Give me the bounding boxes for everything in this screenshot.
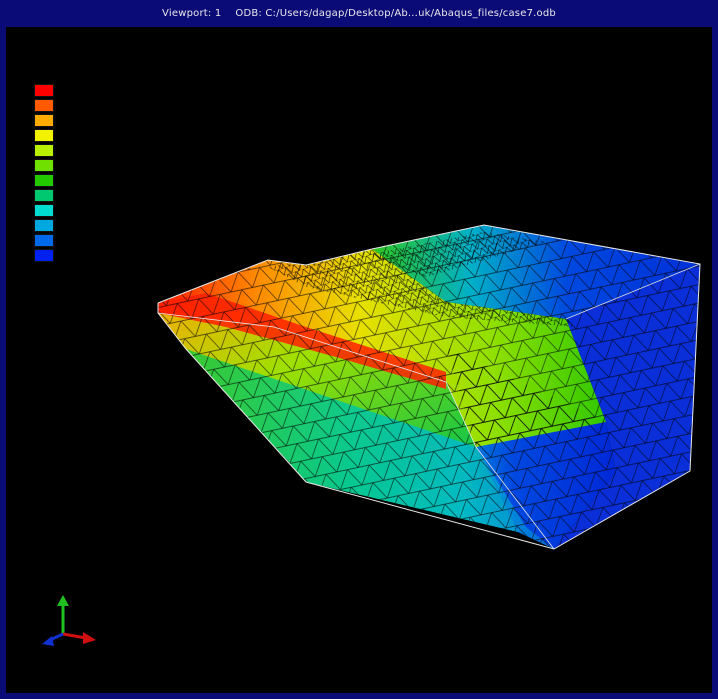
odb-path-label: ODB: C:/Users/dagap/Desktop/Ab...uk/Abaq… <box>235 7 556 19</box>
graphics-viewport[interactable] <box>6 27 712 693</box>
x-axis-arrow <box>62 632 87 640</box>
coordinate-triad <box>42 595 96 646</box>
viewport-label: Viewport: 1 <box>162 7 222 19</box>
abaqus-viewport-window: Viewport: 1 ODB: C:/Users/dagap/Desktop/… <box>0 0 718 699</box>
x-axis-arrowhead <box>83 632 96 644</box>
y-axis-arrowhead <box>57 595 69 606</box>
fe-model-contour-plot[interactable] <box>6 27 712 693</box>
viewport-title-bar[interactable]: Viewport: 1 ODB: C:/Users/dagap/Desktop/… <box>0 0 718 26</box>
z-axis-arrowhead <box>42 636 54 646</box>
